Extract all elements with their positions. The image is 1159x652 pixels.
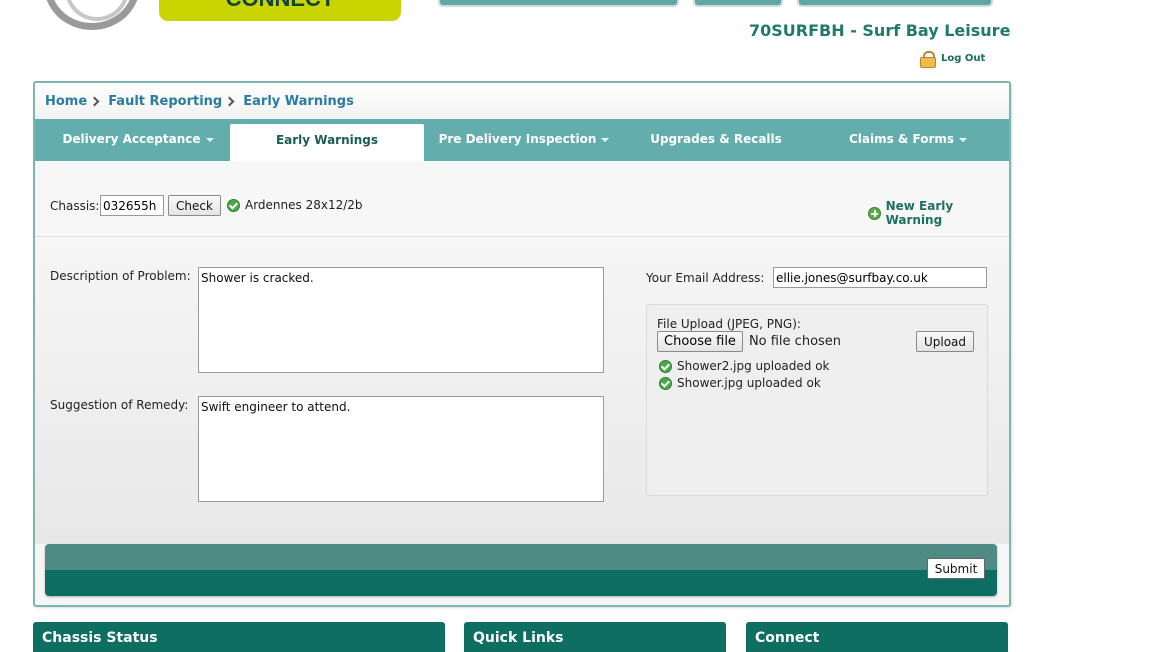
file-upload-panel: File Upload (JPEG, PNG): Choose file No … (646, 304, 988, 496)
chassis-row: Chassis: Check Ardennes 28x12/2b New Ear… (35, 161, 1009, 237)
chassis-status-panel: Chassis Status (33, 622, 445, 652)
description-textarea[interactable]: Shower is cracked. (198, 267, 604, 373)
submit-bar-top (45, 544, 997, 570)
connect-badge-label: CONNECT (226, 0, 335, 11)
chassis-input[interactable] (100, 195, 164, 216)
early-warning-form: Description of Problem: Shower is cracke… (35, 237, 1009, 544)
chassis-model-text: Ardennes 28x12/2b (245, 198, 363, 212)
nav-bar: Delivery Acceptance Early Warnings Pre D… (35, 119, 1009, 161)
uploaded-file-item: Shower2.jpg uploaded ok (659, 359, 830, 373)
page: CONNECT 70SURFBH - Surf Bay Leisure Log … (0, 0, 1159, 652)
caret-down-icon (205, 137, 214, 142)
brand-logo[interactable] (44, 0, 140, 30)
panel-title: Connect (755, 630, 820, 646)
chevron-right-icon (89, 96, 100, 106)
breadcrumb-early-warnings[interactable]: Early Warnings (243, 94, 354, 109)
caret-down-icon (601, 137, 610, 142)
new-early-warning-label: New Early Warning (885, 199, 954, 227)
no-file-text: No file chosen (748, 334, 842, 349)
quick-links-panel: Quick Links (464, 622, 726, 652)
tab-pre-delivery-inspection[interactable]: Pre Delivery Inspection (427, 119, 621, 161)
connect-panel: Connect (746, 622, 1008, 652)
tab-label: Delivery Acceptance (62, 132, 201, 146)
description-label: Description of Problem: (50, 269, 191, 283)
submit-bar: Submit (45, 544, 997, 596)
breadcrumb-fault-reporting[interactable]: Fault Reporting (108, 94, 222, 109)
breadcrumb: Home Fault Reporting Early Warnings (35, 83, 1009, 119)
check-button[interactable]: Check (168, 195, 221, 216)
breadcrumb-home[interactable]: Home (45, 94, 87, 109)
submit-button[interactable]: Submit (927, 558, 985, 579)
choose-file-button[interactable]: Choose file (657, 331, 743, 352)
check-circle-icon (659, 376, 672, 390)
file-picker: Choose file No file chosen (657, 331, 841, 352)
email-label: Your Email Address: (646, 271, 765, 285)
chevron-right-icon (224, 96, 235, 106)
chassis-model-status: Ardennes 28x12/2b (227, 198, 363, 212)
lock-icon (920, 51, 936, 68)
submit-bar-bottom (45, 570, 997, 596)
top-menu-button-2[interactable] (693, 0, 783, 7)
tab-label: Claims & Forms (848, 132, 955, 146)
chassis-label: Chassis: (50, 199, 100, 213)
logout-label: Log Out (941, 53, 986, 64)
top-menu-button-1[interactable] (438, 0, 679, 7)
new-early-warning-link[interactable]: New Early Warning (868, 199, 1009, 227)
upload-button[interactable]: Upload (916, 331, 974, 352)
uploaded-file-text: Shower.jpg uploaded ok (677, 376, 821, 390)
plus-circle-icon (868, 206, 881, 220)
dealer-title: 70SURFBH - Surf Bay Leisure (749, 21, 1011, 40)
uploaded-file-text: Shower2.jpg uploaded ok (677, 359, 830, 373)
check-circle-icon (659, 359, 672, 373)
tab-label: Upgrades & Recalls (650, 132, 782, 146)
top-menu-button-3[interactable] (797, 0, 993, 7)
uploaded-file-item: Shower.jpg uploaded ok (659, 376, 821, 390)
tab-claims-forms[interactable]: Claims & Forms (815, 119, 1001, 161)
logout-link[interactable]: Log Out (920, 51, 986, 68)
remedy-textarea[interactable]: Swift engineer to attend. (198, 396, 604, 502)
email-input[interactable] (773, 267, 987, 288)
connect-badge[interactable]: CONNECT (159, 0, 401, 21)
panel-title: Chassis Status (42, 630, 158, 646)
tab-label: Pre Delivery Inspection (438, 132, 597, 146)
main-panel: Home Fault Reporting Early Warnings Deli… (33, 81, 1011, 607)
tab-early-warnings[interactable]: Early Warnings (230, 124, 424, 161)
tab-label: Early Warnings (275, 133, 379, 147)
remedy-label: Suggestion of Remedy: (50, 398, 189, 412)
panel-title: Quick Links (473, 630, 564, 646)
tab-delivery-acceptance[interactable]: Delivery Acceptance (45, 119, 231, 161)
check-circle-icon (227, 198, 240, 212)
caret-down-icon (959, 137, 968, 142)
tab-upgrades-recalls[interactable]: Upgrades & Recalls (623, 119, 809, 161)
file-upload-label: File Upload (JPEG, PNG): (657, 317, 801, 331)
